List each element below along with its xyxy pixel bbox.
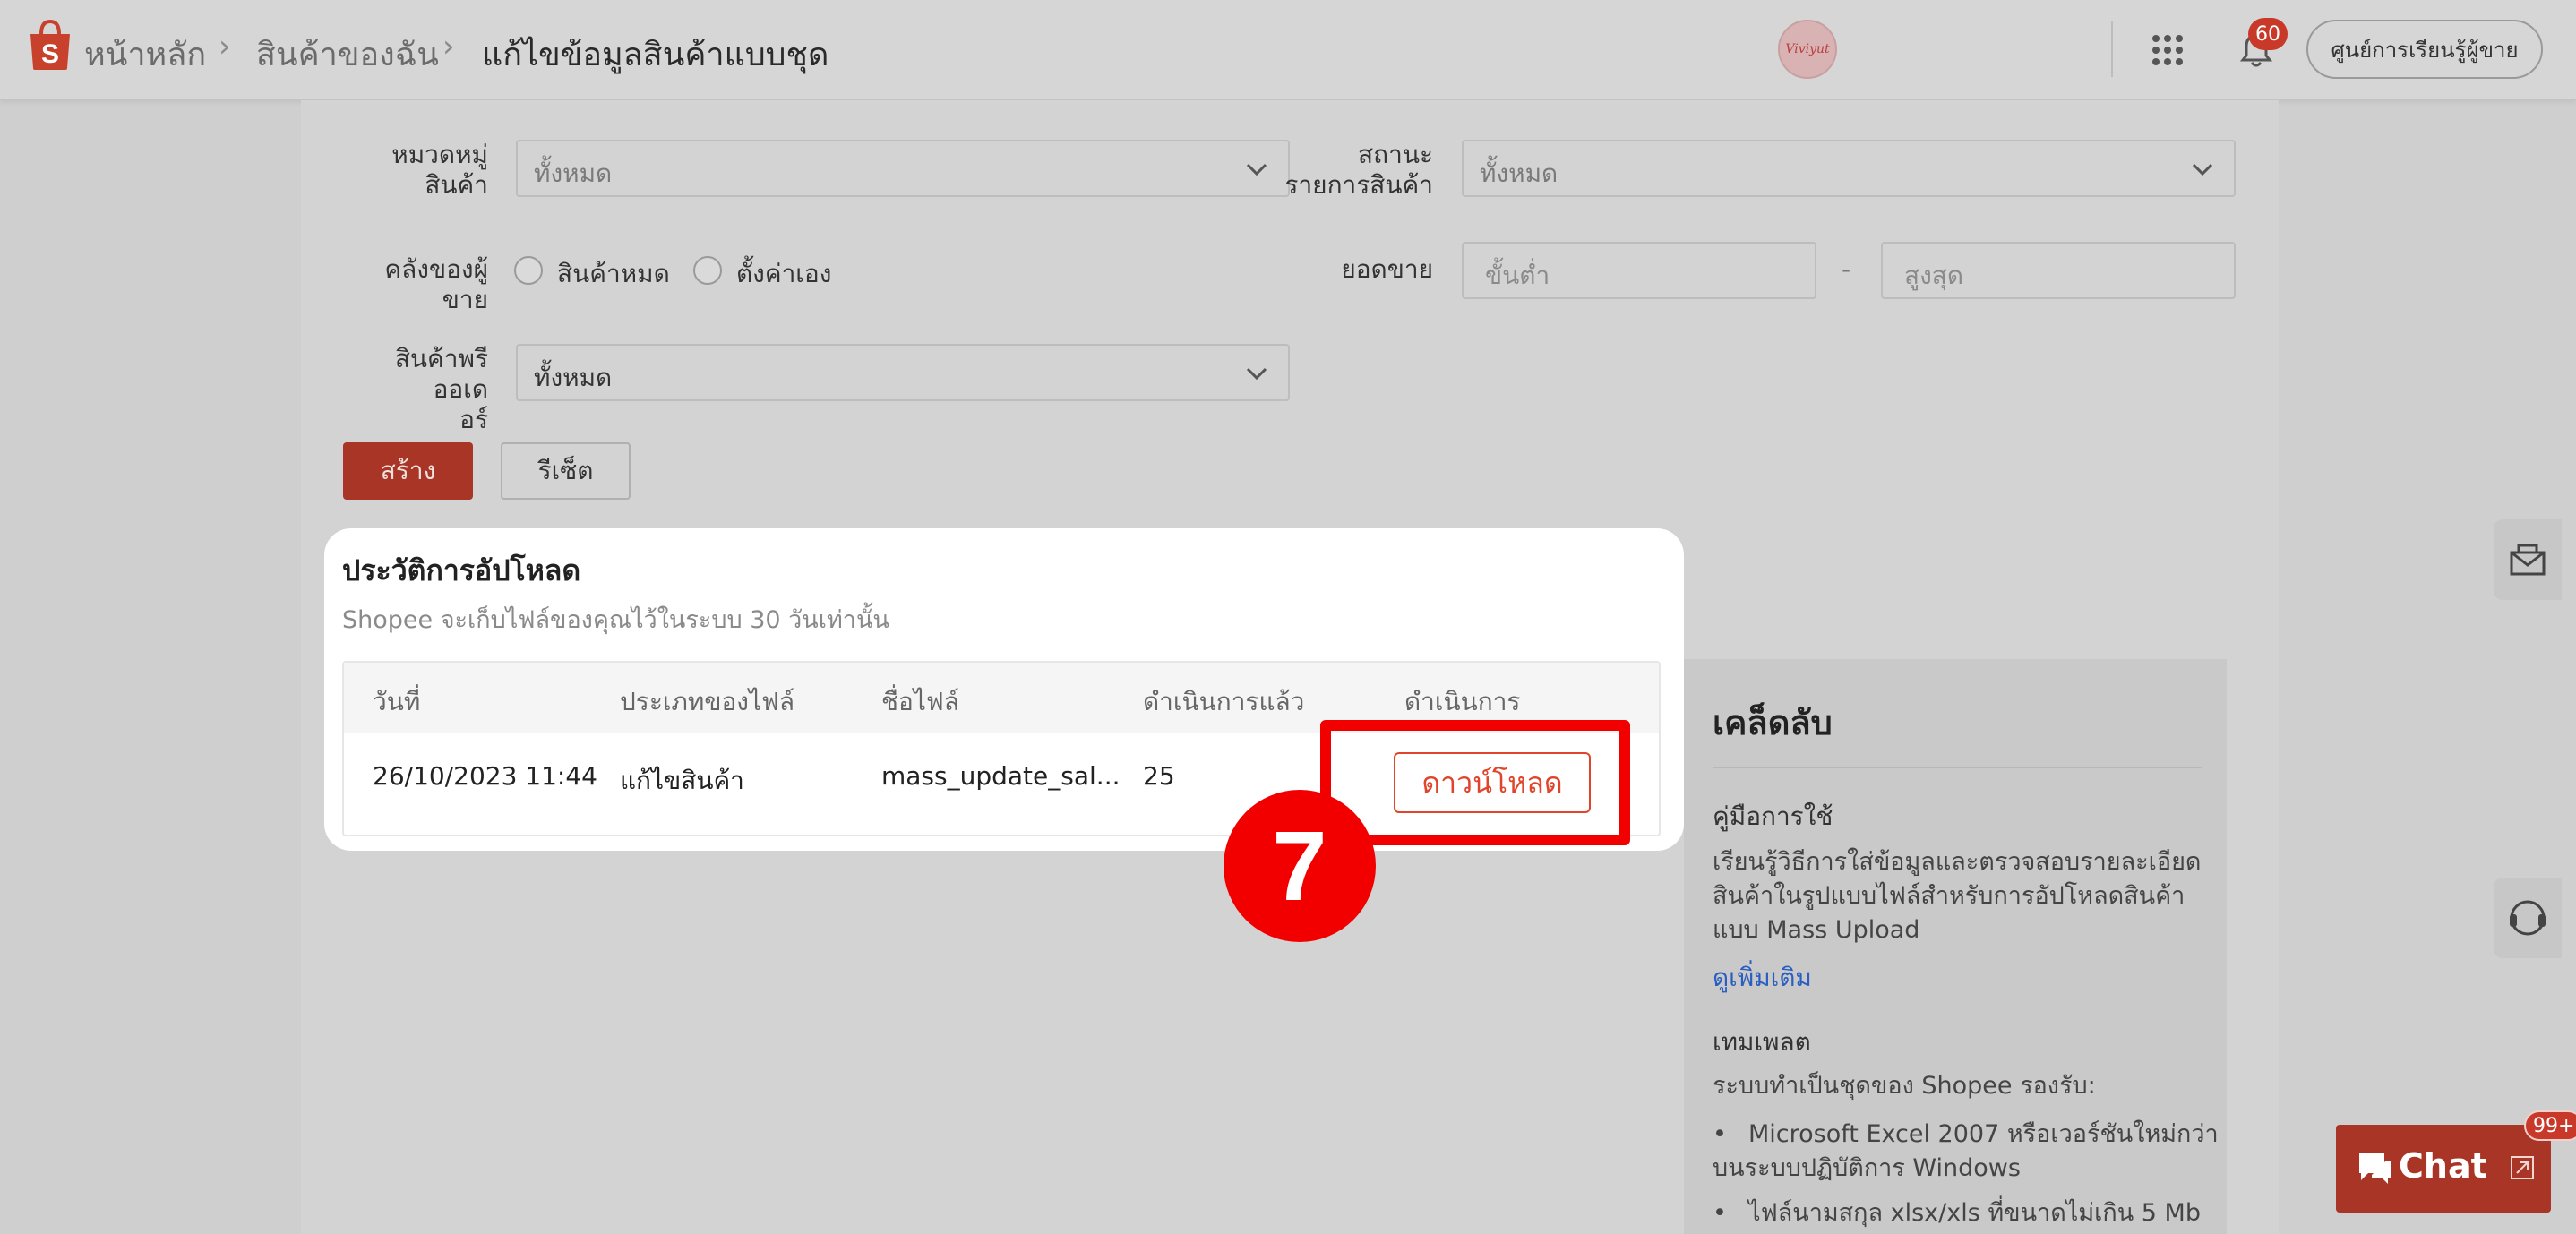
seller-stock-label: คลังของผู้ขาย xyxy=(384,254,488,314)
row-date: 26/10/2023 11:44 xyxy=(373,761,597,791)
column-action: ดำเนินการ xyxy=(1404,687,1521,716)
shopee-logo-icon[interactable]: S xyxy=(27,18,73,72)
column-processed: ดำเนินการแล้ว xyxy=(1143,687,1305,716)
upload-history-subtitle: Shopee จะเก็บไฟล์ของคุณไว้ในระบบ 30 วันเ… xyxy=(342,606,889,634)
row-processed: 25 xyxy=(1143,761,1175,791)
top-navigation-bar: S หน้าหลัก › สินค้าของฉัน › แก้ไขข้อมูลส… xyxy=(0,0,2576,100)
category-select-value: ทั้งหมด xyxy=(534,159,613,188)
sales-label: ยอดขาย xyxy=(1341,254,1433,284)
mail-icon xyxy=(2510,544,2546,576)
see-more-link[interactable]: ดูเพิ่มเติม xyxy=(1713,958,1812,998)
step-number-badge: 7 xyxy=(1224,790,1376,942)
sales-max-placeholder: สูงสุด xyxy=(1904,261,1964,290)
avatar-text: Viviyut xyxy=(1785,42,1830,56)
sales-min-placeholder: ขั้นต่ำ xyxy=(1485,261,1550,290)
template-heading: เทมเพลต xyxy=(1713,1027,1811,1057)
breadcrumb-my-products[interactable]: สินค้าของฉัน xyxy=(256,29,439,80)
chat-button[interactable]: Chat xyxy=(2336,1125,2551,1213)
row-file-name: mass_update_sal... xyxy=(881,761,1121,791)
expand-icon[interactable] xyxy=(2510,1155,2535,1180)
breadcrumb-home[interactable]: หน้าหลัก xyxy=(84,29,206,80)
headset-icon xyxy=(2510,900,2546,936)
column-date: วันที่ xyxy=(373,687,421,716)
chat-bubble-icon xyxy=(2359,1153,2391,1184)
category-select[interactable]: ทั้งหมด xyxy=(516,140,1290,197)
sales-range-separator: - xyxy=(1842,254,1851,284)
row-file-type: แก้ไขสินค้า xyxy=(620,766,744,795)
stock-custom-radio[interactable] xyxy=(693,256,722,285)
column-file-name: ชื่อไฟล์ xyxy=(881,687,959,716)
upload-history-title: ประวัติการอัปโหลด xyxy=(342,553,581,587)
shop-avatar[interactable]: Viviyut xyxy=(1778,20,1837,79)
apps-grid-icon[interactable] xyxy=(2151,34,2184,66)
stock-out-radio[interactable] xyxy=(514,256,543,285)
category-label: หมวดหมู่ สินค้า xyxy=(391,140,488,200)
svg-text:S: S xyxy=(41,39,59,69)
highlight-box xyxy=(1320,720,1630,845)
stock-out-label[interactable]: สินค้าหมด xyxy=(557,254,670,294)
chevron-down-icon xyxy=(1246,367,1267,381)
column-file-type: ประเภทของไฟล์ xyxy=(620,687,795,716)
stock-custom-label[interactable]: ตั้งค่าเอง xyxy=(736,254,831,294)
tips-divider xyxy=(1713,767,2202,768)
listing-status-select[interactable]: ทั้งหมด xyxy=(1462,140,2236,197)
header-divider xyxy=(2111,21,2113,77)
template-bullet-excel: Microsoft Excel 2007 หรือเวอร์ชันใหม่กว่… xyxy=(1713,1118,2223,1186)
sales-min-input[interactable]: ขั้นต่ำ xyxy=(1462,242,1816,299)
create-button[interactable]: สร้าง xyxy=(343,442,473,500)
preorder-select[interactable]: ทั้งหมด xyxy=(516,344,1290,401)
preorder-label: สินค้าพรีออเด อร์ xyxy=(394,344,488,434)
message-inbox-button[interactable] xyxy=(2494,519,2562,600)
seller-education-button[interactable]: ศูนย์การเรียนรู้ผู้ขาย xyxy=(2306,20,2543,79)
listing-status-label: สถานะ รายการสินค้า xyxy=(1284,140,1433,200)
template-text: ระบบทำเป็นชุดของ Shopee รองรับ: xyxy=(1713,1072,2096,1100)
reset-button[interactable]: รีเซ็ต xyxy=(501,442,631,500)
chat-unread-badge: 99+ xyxy=(2524,1110,2576,1141)
guide-text: เรียนรู้วิธีการใส่ข้อมูลและตรวจสอบรายละเ… xyxy=(1713,848,2202,944)
guide-heading: คู่มือการใช้ xyxy=(1713,801,1833,831)
listing-status-value: ทั้งหมด xyxy=(1480,159,1558,188)
sales-max-input[interactable]: สูงสุด xyxy=(1881,242,2236,299)
chevron-right-icon: › xyxy=(219,29,231,64)
chevron-right-icon: › xyxy=(442,29,455,64)
notification-badge: 60 xyxy=(2248,18,2288,50)
breadcrumb-current: แก้ไขข้อมูลสินค้าแบบชุด xyxy=(482,37,829,73)
chevron-down-icon xyxy=(2192,163,2213,176)
support-button[interactable] xyxy=(2494,878,2562,958)
chevron-down-icon xyxy=(1246,163,1267,176)
template-bullet-file-format: ไฟล์นามสกุล xlsx/xls ที่ขนาดไม่เกิน 5 Mb xyxy=(1713,1196,2223,1230)
preorder-select-value: ทั้งหมด xyxy=(534,363,613,392)
chat-label: Chat xyxy=(2399,1146,2487,1186)
tips-panel: เคล็ดลับ คู่มือการใช้ เรียนรู้วิธีการใส่… xyxy=(1684,659,2227,1234)
tips-title: เคล็ดลับ xyxy=(1713,703,1833,742)
